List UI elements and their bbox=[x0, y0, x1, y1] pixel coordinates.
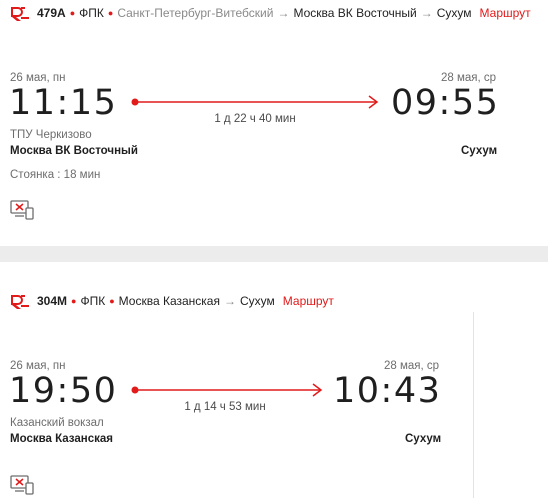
no-electronic-registration-icon bbox=[10, 475, 34, 495]
rzd-train-logo-icon bbox=[11, 7, 29, 21]
train-card: 304М ● ФПК ● Москва Казанская → Сухум Ма… bbox=[0, 262, 548, 498]
trip-duration: 1 д 14 ч 53 мин bbox=[184, 401, 266, 413]
bullet-icon: ● bbox=[69, 8, 76, 18]
route-stop: Сухум bbox=[239, 294, 275, 308]
route-origin: Санкт-Петербург-Витебский bbox=[117, 6, 274, 20]
bullet-icon: ● bbox=[109, 296, 115, 306]
departure-station: Москва Казанская bbox=[10, 433, 113, 445]
departure-time: 11:15 bbox=[9, 83, 118, 123]
train-number: 479А bbox=[37, 6, 66, 20]
no-electronic-registration-icon bbox=[10, 200, 34, 220]
arrival-station: Сухум bbox=[405, 433, 442, 445]
train-number: 304М bbox=[37, 294, 68, 308]
departure-time: 19:50 bbox=[9, 371, 118, 411]
trip-duration: 1 д 22 ч 40 мин bbox=[214, 113, 296, 125]
departure-place: ТПУ Черкизово bbox=[10, 129, 92, 141]
arrow-right-icon bbox=[131, 383, 323, 397]
route-link[interactable]: Маршрут bbox=[283, 294, 334, 308]
route-stop: Москва Казанская bbox=[118, 294, 220, 308]
arrival-time: 10:43 bbox=[333, 371, 442, 411]
train-header: 479А ● ФПК ● Санкт-Петербург-Витебский →… bbox=[9, 3, 531, 23]
route-stop: Москва ВК Восточный bbox=[293, 6, 417, 20]
departure-station: Москва ВК Восточный bbox=[10, 145, 138, 157]
carrier: ФПК bbox=[79, 6, 104, 20]
arrow-right-icon bbox=[131, 95, 379, 109]
arrow-right-icon: → bbox=[420, 6, 433, 20]
bullet-icon: ● bbox=[107, 8, 114, 18]
carrier: ФПК bbox=[80, 294, 106, 308]
route-link[interactable]: Маршрут bbox=[480, 6, 531, 20]
arrow-right-icon: → bbox=[277, 6, 290, 20]
arrow-right-icon: → bbox=[223, 294, 236, 308]
bullet-icon: ● bbox=[71, 296, 77, 306]
train-card: 479А ● ФПК ● Санкт-Петербург-Витебский →… bbox=[0, 0, 548, 246]
rzd-train-logo-icon bbox=[11, 295, 29, 309]
stop-duration: Стоянка : 18 мин bbox=[10, 169, 101, 181]
arrival-time: 09:55 bbox=[391, 83, 500, 123]
card-separator bbox=[0, 246, 548, 262]
train-header: 304М ● ФПК ● Москва Казанская → Сухум Ма… bbox=[9, 291, 334, 311]
column-divider bbox=[473, 312, 474, 498]
arrival-station: Сухум bbox=[461, 145, 498, 157]
route-stop: Сухум bbox=[436, 6, 472, 20]
departure-place: Казанский вокзал bbox=[10, 417, 104, 429]
